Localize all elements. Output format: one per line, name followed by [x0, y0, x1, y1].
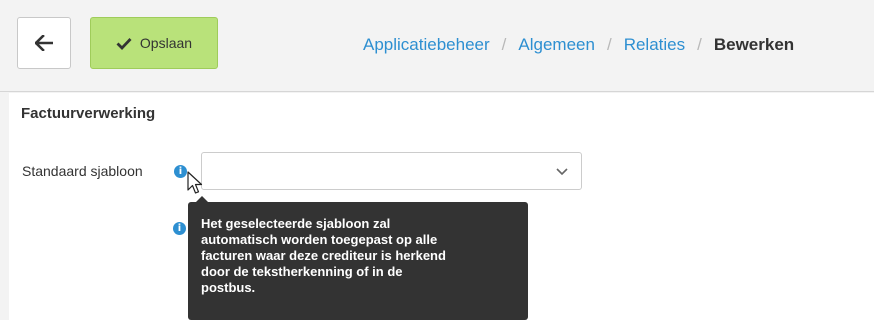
template-select[interactable]	[201, 152, 582, 190]
breadcrumb-separator: /	[697, 35, 702, 54]
top-toolbar: Opslaan Applicatiebeheer / Algemeen / Re…	[0, 0, 874, 92]
breadcrumb-item-relaties[interactable]: Relaties	[624, 35, 685, 55]
chevron-down-icon	[556, 168, 568, 176]
info-icon[interactable]: i	[174, 165, 187, 178]
breadcrumb-item-algemeen[interactable]: Algemeen	[518, 35, 595, 55]
info-tooltip: Het geselecteerde sjabloon zal automatis…	[188, 196, 528, 320]
section-title: Factuurverwerking	[21, 105, 156, 122]
breadcrumb-separator: /	[606, 35, 612, 54]
breadcrumb: Applicatiebeheer / Algemeen / Relaties /…	[363, 34, 794, 56]
save-button[interactable]: Opslaan	[90, 17, 218, 69]
info-icon[interactable]: i	[173, 222, 186, 235]
breadcrumb-separator: /	[501, 35, 507, 54]
breadcrumb-current: Bewerken	[713, 35, 795, 54]
mouse-pointer-icon	[187, 171, 203, 194]
form-panel: Factuurverwerking Standaard sjabloon i i…	[9, 93, 874, 320]
tooltip-text: Het geselecteerde sjabloon zal automatis…	[201, 216, 446, 295]
save-button-label: Opslaan	[139, 35, 193, 51]
arrow-left-icon	[35, 35, 53, 51]
back-button[interactable]	[17, 17, 71, 69]
field-label: Standaard sjabloon	[22, 163, 143, 179]
checkmark-icon	[116, 37, 132, 50]
breadcrumb-item-applicatiebeheer[interactable]: Applicatiebeheer	[363, 35, 490, 55]
